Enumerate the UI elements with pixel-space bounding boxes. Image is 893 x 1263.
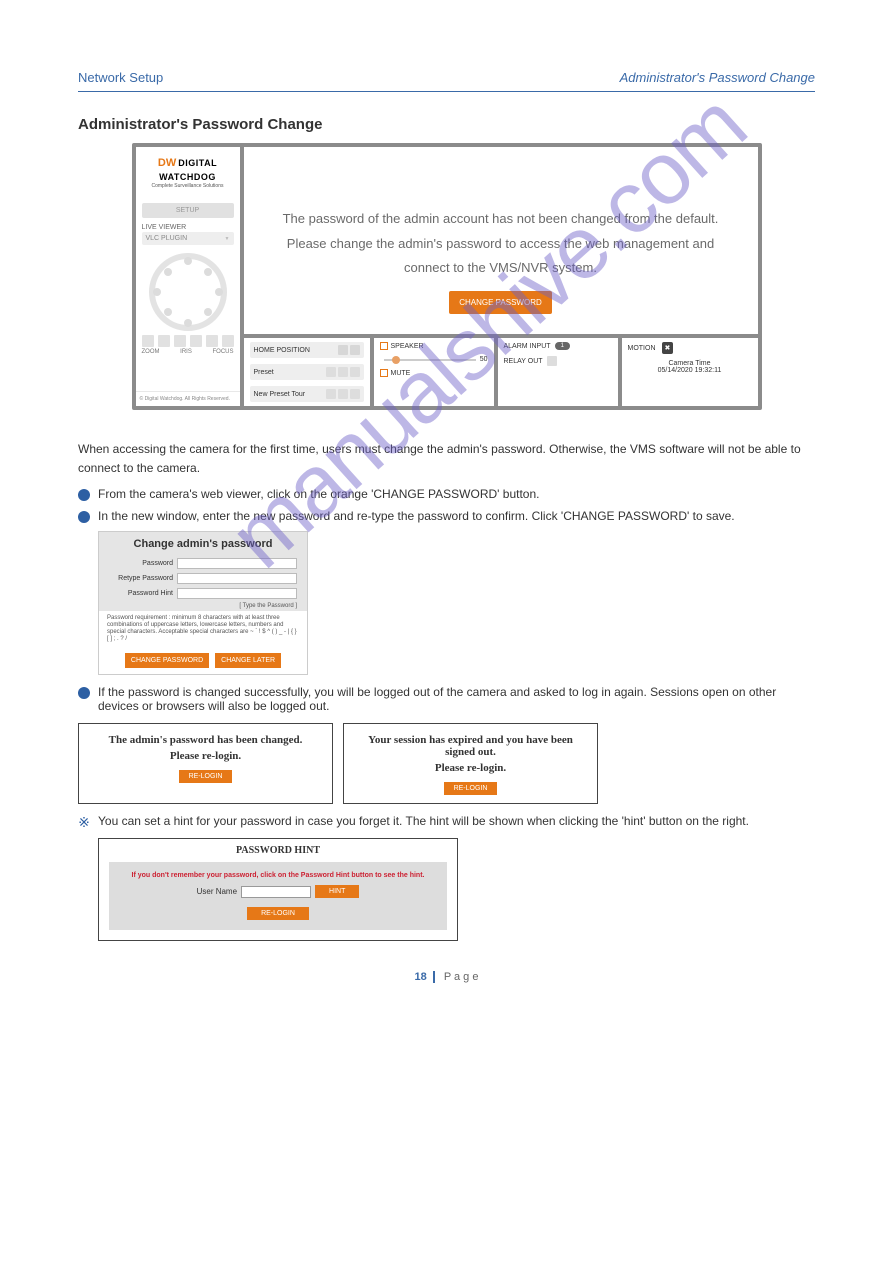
relogin-expired-msg1: Your session has expired and you have be… — [352, 734, 589, 758]
prompt-line2: Please change the admin's password to ac… — [264, 232, 738, 281]
preset-row[interactable]: Preset — [250, 364, 364, 380]
relogin-button[interactable]: RE-LOGIN — [444, 782, 498, 795]
relogin-box-changed: The admin's password has been changed. P… — [78, 723, 333, 804]
motion-settings-icon[interactable]: ✖ — [662, 342, 674, 354]
alarm-input-label: ALARM INPUT — [504, 343, 551, 350]
hint-bullet-text: You can set a hint for your password in … — [98, 814, 749, 828]
username-input[interactable] — [241, 886, 311, 898]
change-password-dialog: Change admin's password Password Retype … — [98, 531, 308, 676]
preset-label: Preset — [254, 369, 324, 376]
viewer-sidebar: DWDIGITAL WATCHDOG Complete Surveillance… — [136, 147, 244, 406]
iris-label: IRIS — [180, 349, 192, 355]
prompt-line1: The password of the admin account has no… — [283, 207, 719, 232]
alarm-badge: 1 — [555, 342, 570, 350]
mute-checkbox[interactable] — [380, 369, 388, 377]
header-section: Network Setup — [78, 70, 163, 85]
hint-relogin-button[interactable]: RE-LOGIN — [247, 907, 309, 920]
zoom-label: ZOOM — [142, 349, 160, 355]
password-label: Password — [109, 560, 177, 567]
page-header: Network Setup Administrator's Password C… — [78, 70, 815, 92]
dlg-change-later-button[interactable]: CHANGE LATER — [215, 653, 281, 668]
password-input[interactable] — [177, 558, 297, 569]
dialog-title: Change admin's password — [99, 532, 307, 556]
hint-label: Password Hint — [109, 590, 177, 597]
setup-button[interactable]: SETUP — [142, 203, 234, 218]
relogin-msg2: Please re-login. — [87, 750, 324, 762]
mute-label: MUTE — [391, 370, 411, 377]
live-viewer-label: LIVE VIEWER — [142, 224, 234, 231]
camera-time-label: Camera Time — [628, 360, 752, 367]
focus-label: FOCUS — [212, 349, 233, 355]
password-requirement-text: Password requirement : minimum 8 charact… — [99, 611, 307, 648]
bullet-icon — [78, 511, 90, 523]
ptz-control[interactable] — [149, 253, 227, 331]
camera-viewer: DWDIGITAL WATCHDOG Complete Surveillance… — [132, 143, 762, 410]
relay-toggle[interactable] — [547, 356, 557, 366]
header-topic: Administrator's Password Change — [620, 70, 815, 85]
type-password-hint: [ Type the Password ] — [99, 601, 307, 611]
preset-tour-row[interactable]: New Preset Tour — [250, 386, 364, 402]
page-label: P a g e — [444, 971, 479, 983]
relogin-row: The admin's password has been changed. P… — [78, 723, 815, 804]
home-position-row: HOME POSITION — [250, 342, 364, 358]
viewer-content: The password of the admin account has no… — [244, 147, 758, 406]
username-label: User Name — [197, 887, 237, 896]
hint-box-msg: If you don't remember your password, cli… — [119, 872, 437, 879]
viewer-footer-controls: HOME POSITION Preset New Preset Tour — [244, 334, 758, 406]
change-password-prompt: The password of the admin account has no… — [244, 147, 758, 334]
info-icon: ※ — [78, 816, 90, 828]
speaker-checkbox[interactable] — [380, 342, 388, 350]
hint-box-title: PASSWORD HINT — [99, 839, 457, 862]
relogin-msg1: The admin's password has been changed. — [87, 734, 324, 746]
ptz-buttons[interactable] — [142, 335, 234, 347]
section-title: Administrator's Password Change — [78, 116, 815, 133]
hint-button[interactable]: HINT — [315, 885, 359, 898]
logo-tagline: Complete Surveillance Solutions — [142, 183, 234, 189]
relay-out-label: RELAY OUT — [504, 358, 543, 365]
retype-label: Retype Password — [109, 575, 177, 582]
copyright: © Digital Watchdog. All Rights Reserved. — [136, 391, 240, 406]
password-hint-box: PASSWORD HINT If you don't remember your… — [98, 838, 458, 941]
plugin-select[interactable]: VLC PLUGIN — [142, 232, 234, 245]
intro-text: When accessing the camera for the first … — [78, 440, 815, 478]
bullet-icon — [78, 687, 90, 699]
motion-label: MOTION — [628, 345, 656, 352]
change-password-button[interactable]: CHANGE PASSWORD — [449, 291, 552, 314]
bullet-3-text: If the password is changed successfully,… — [98, 685, 815, 713]
bullet-1-text: From the camera's web viewer, click on t… — [98, 487, 539, 501]
retype-password-input[interactable] — [177, 573, 297, 584]
bullet-2-text: In the new window, enter the new passwor… — [98, 509, 735, 523]
run-button[interactable] — [350, 345, 360, 355]
speaker-value: 50 — [480, 356, 488, 363]
bullet-icon — [78, 489, 90, 501]
relogin-box-expired: Your session has expired and you have be… — [343, 723, 598, 804]
relogin-button[interactable]: RE-LOGIN — [179, 770, 233, 783]
page-number: 18 — [415, 971, 435, 983]
logo-mark: DW — [158, 157, 176, 169]
set-button[interactable] — [338, 345, 348, 355]
password-hint-input[interactable] — [177, 588, 297, 599]
preset-tour-label: New Preset Tour — [254, 391, 324, 398]
speaker-label: SPEAKER — [391, 343, 424, 350]
dlg-change-password-button[interactable]: CHANGE PASSWORD — [125, 653, 209, 668]
camera-time-value: 05/14/2020 19:32:11 — [628, 367, 752, 374]
home-position-label: HOME POSITION — [254, 347, 336, 354]
speaker-slider[interactable] — [384, 359, 476, 361]
ptz-labels: ZOOM IRIS FOCUS — [142, 349, 234, 355]
relogin-expired-msg2: Please re-login. — [352, 762, 589, 774]
page-footer: 18 P a g e — [78, 971, 815, 983]
brand-logo: DWDIGITAL WATCHDOG Complete Surveillance… — [136, 147, 240, 197]
